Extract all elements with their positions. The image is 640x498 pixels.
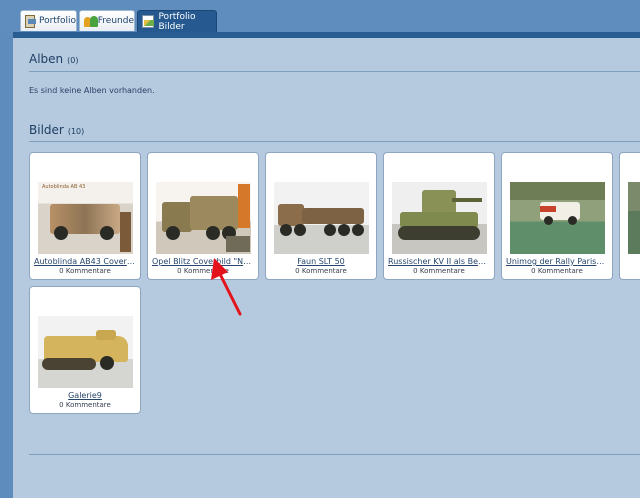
red-arrow-icon xyxy=(211,258,242,316)
